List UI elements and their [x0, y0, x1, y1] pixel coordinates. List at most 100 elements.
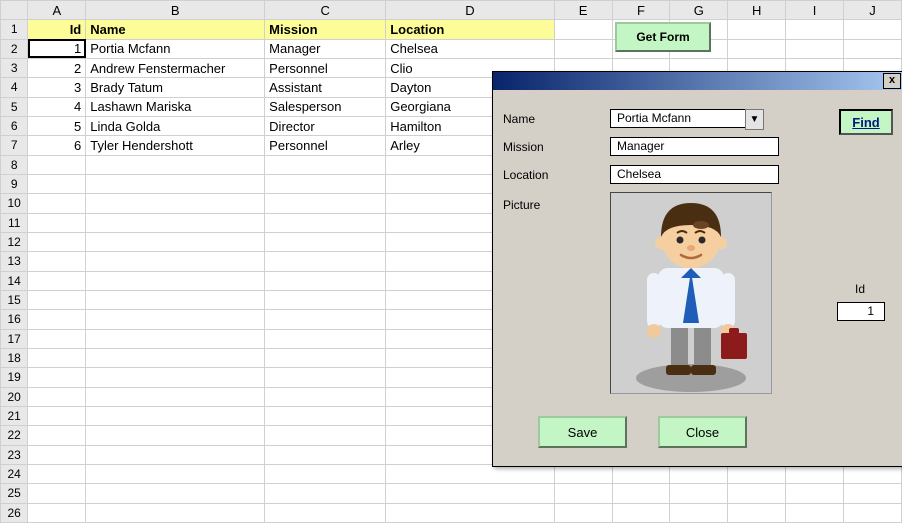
cell-A21[interactable] [28, 406, 86, 425]
row-header-24[interactable]: 24 [1, 464, 28, 483]
cell-B13[interactable] [86, 252, 265, 271]
cell-A20[interactable] [28, 387, 86, 406]
cell-B25[interactable] [86, 484, 265, 503]
cell-A11[interactable] [28, 213, 86, 232]
cell-B8[interactable] [86, 155, 265, 174]
row-header-19[interactable]: 19 [1, 368, 28, 387]
row-header-5[interactable]: 5 [1, 97, 28, 116]
cell-D1[interactable]: Location [386, 20, 554, 39]
cell-I24[interactable] [786, 464, 844, 483]
cell-A17[interactable] [28, 329, 86, 348]
cell-C5[interactable]: Salesperson [265, 97, 386, 116]
cell-A23[interactable] [28, 445, 86, 464]
cell-I1[interactable] [786, 20, 844, 39]
cell-B4[interactable]: Brady Tatum [86, 78, 265, 97]
row-header-8[interactable]: 8 [1, 155, 28, 174]
cell-C8[interactable] [265, 155, 386, 174]
cell-C9[interactable] [265, 174, 386, 193]
row-header-4[interactable]: 4 [1, 78, 28, 97]
cell-D25[interactable] [386, 484, 554, 503]
cell-C17[interactable] [265, 329, 386, 348]
cell-C1[interactable]: Mission [265, 20, 386, 39]
col-header-A[interactable]: A [28, 1, 86, 20]
get-form-button[interactable]: Get Form [615, 22, 711, 52]
row-header-6[interactable]: 6 [1, 116, 28, 135]
cell-J1[interactable] [844, 20, 902, 39]
cell-B23[interactable] [86, 445, 265, 464]
cell-B21[interactable] [86, 406, 265, 425]
cell-F25[interactable] [612, 484, 670, 503]
cell-A19[interactable] [28, 368, 86, 387]
cell-H25[interactable] [728, 484, 786, 503]
cell-B2[interactable]: Portia Mcfann [86, 39, 265, 58]
cell-H26[interactable] [728, 503, 786, 522]
cell-B20[interactable] [86, 387, 265, 406]
cell-B1[interactable]: Name [86, 20, 265, 39]
row-header-22[interactable]: 22 [1, 426, 28, 445]
cell-F24[interactable] [612, 464, 670, 483]
cell-B16[interactable] [86, 310, 265, 329]
cell-A2[interactable]: 1 [28, 39, 86, 58]
cell-B19[interactable] [86, 368, 265, 387]
cell-C21[interactable] [265, 406, 386, 425]
cell-A15[interactable] [28, 290, 86, 309]
close-button[interactable]: Close [658, 416, 747, 448]
row-header-2[interactable]: 2 [1, 39, 28, 58]
cell-A8[interactable] [28, 155, 86, 174]
corner-cell[interactable] [1, 1, 28, 20]
cell-B17[interactable] [86, 329, 265, 348]
id-field[interactable]: 1 [837, 302, 885, 321]
cell-B15[interactable] [86, 290, 265, 309]
cell-B5[interactable]: Lashawn Mariska [86, 97, 265, 116]
cell-H2[interactable] [728, 39, 786, 58]
cell-F26[interactable] [612, 503, 670, 522]
cell-C12[interactable] [265, 232, 386, 251]
cell-C7[interactable]: Personnel [265, 136, 386, 155]
cell-A18[interactable] [28, 348, 86, 367]
cell-J2[interactable] [844, 39, 902, 58]
cell-B24[interactable] [86, 464, 265, 483]
cell-B9[interactable] [86, 174, 265, 193]
row-header-10[interactable]: 10 [1, 194, 28, 213]
col-header-B[interactable]: B [86, 1, 265, 20]
row-header-3[interactable]: 3 [1, 58, 28, 77]
cell-C16[interactable] [265, 310, 386, 329]
row-header-17[interactable]: 17 [1, 329, 28, 348]
cell-J24[interactable] [844, 464, 902, 483]
row-header-1[interactable]: 1 [1, 20, 28, 39]
cell-C13[interactable] [265, 252, 386, 271]
row-header-20[interactable]: 20 [1, 387, 28, 406]
cell-C22[interactable] [265, 426, 386, 445]
cell-A16[interactable] [28, 310, 86, 329]
cell-E2[interactable] [554, 39, 612, 58]
save-button[interactable]: Save [538, 416, 627, 448]
row-header-23[interactable]: 23 [1, 445, 28, 464]
cell-C6[interactable]: Director [265, 116, 386, 135]
cell-I26[interactable] [786, 503, 844, 522]
row-header-12[interactable]: 12 [1, 232, 28, 251]
cell-G24[interactable] [670, 464, 728, 483]
cell-A6[interactable]: 5 [28, 116, 86, 135]
row-header-14[interactable]: 14 [1, 271, 28, 290]
cell-G25[interactable] [670, 484, 728, 503]
cell-C14[interactable] [265, 271, 386, 290]
location-field[interactable]: Chelsea [610, 165, 779, 184]
cell-E24[interactable] [554, 464, 612, 483]
col-header-D[interactable]: D [386, 1, 554, 20]
close-icon[interactable]: x [883, 73, 901, 89]
cell-C24[interactable] [265, 464, 386, 483]
cell-A13[interactable] [28, 252, 86, 271]
cell-A24[interactable] [28, 464, 86, 483]
col-header-J[interactable]: J [844, 1, 902, 20]
cell-C20[interactable] [265, 387, 386, 406]
cell-A1[interactable]: Id [28, 20, 86, 39]
row-header-25[interactable]: 25 [1, 484, 28, 503]
cell-G26[interactable] [670, 503, 728, 522]
row-header-21[interactable]: 21 [1, 406, 28, 425]
cell-D26[interactable] [386, 503, 554, 522]
col-header-E[interactable]: E [554, 1, 612, 20]
cell-I25[interactable] [786, 484, 844, 503]
cell-C10[interactable] [265, 194, 386, 213]
cell-B6[interactable]: Linda Golda [86, 116, 265, 135]
col-header-F[interactable]: F [612, 1, 670, 20]
